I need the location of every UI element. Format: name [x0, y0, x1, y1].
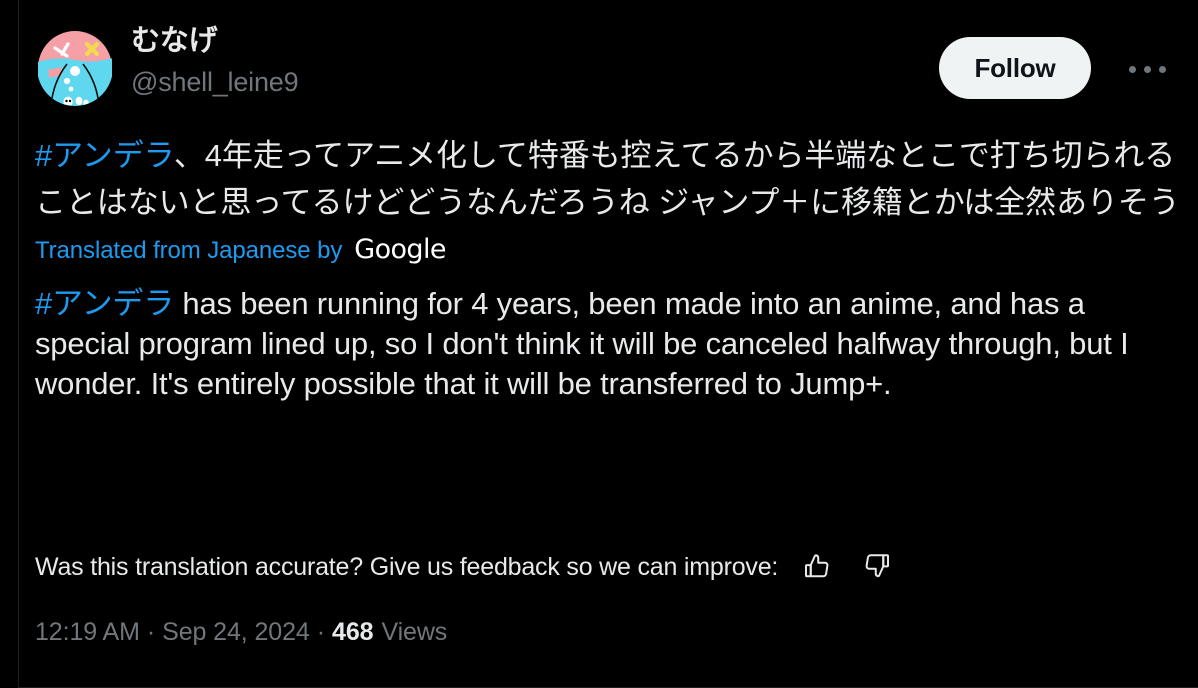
follow-button[interactable]: Follow — [939, 37, 1091, 99]
views-label: Views — [381, 618, 448, 646]
more-horizontal-icon[interactable] — [1119, 54, 1175, 84]
avatar[interactable] — [37, 30, 113, 106]
meta-separator: · — [316, 618, 326, 646]
hashtag-link[interactable]: #アンデラ — [35, 138, 174, 173]
source-text: #アンデラ、4年走ってアニメ化して特番も控えてるから半端なとこで打ち切られること… — [35, 132, 1183, 226]
thumbs-up-icon[interactable] — [800, 550, 834, 584]
more-dot — [1158, 65, 1166, 73]
timestamp-time[interactable]: 12:19 AM — [35, 618, 140, 647]
more-dot — [1128, 65, 1136, 73]
translated-text: #アンデラ has been running for 4 years, been… — [35, 284, 1155, 404]
hashtag-link-translated[interactable]: #アンデラ — [35, 286, 174, 321]
translated-text-rest: has been running for 4 years, been made … — [35, 286, 1129, 401]
translation-feedback-row: Was this translation accurate? Give us f… — [35, 546, 894, 588]
tweet-header: むなげ @shell_leine9 Follow — [19, 22, 1198, 114]
translation-attribution[interactable]: Translated from Japanese by Google — [35, 234, 1183, 278]
tweet-card: むなげ @shell_leine9 Follow #アンデラ、4年走ってアニメ化… — [18, 0, 1198, 688]
translation-attribution-label[interactable]: Translated from Japanese by — [35, 237, 342, 265]
timestamp-date[interactable]: Sep 24, 2024 — [162, 618, 310, 647]
tweet-meta: 12:19 AM · Sep 24, 2024 · 468 Views — [35, 618, 447, 660]
more-dot — [1143, 65, 1151, 73]
google-logo: Google — [354, 234, 446, 265]
meta-separator: · — [146, 618, 156, 646]
thumbs-down-icon[interactable] — [860, 550, 894, 584]
display-name: むなげ — [131, 25, 218, 57]
user-identity[interactable]: むなげ @shell_leine9 — [131, 22, 299, 101]
user-handle: @shell_leine9 — [131, 67, 299, 97]
tweet-body: #アンデラ、4年走ってアニメ化して特番も控えてるから半端なとこで打ち切られること… — [35, 132, 1183, 404]
views-count: 468 — [332, 618, 374, 646]
source-text-rest: 、4年走ってアニメ化して特番も控えてるから半端なとこで打ち切られることはないと思… — [35, 138, 1180, 220]
translation-feedback-prompt: Was this translation accurate? Give us f… — [35, 552, 779, 581]
